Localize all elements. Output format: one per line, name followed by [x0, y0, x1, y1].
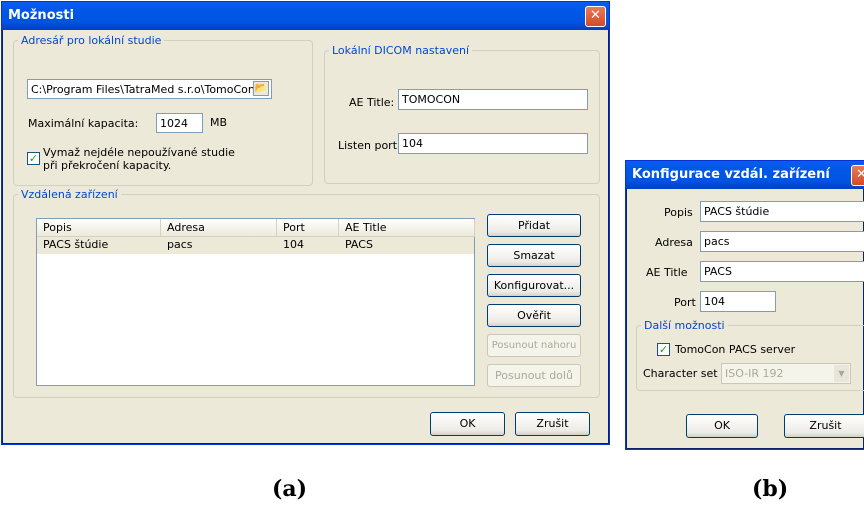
- more-options-legend: Další možnosti: [644, 319, 725, 332]
- popis-label: Popis: [664, 206, 693, 219]
- table-cell-port: 104: [283, 238, 304, 251]
- adresa-field[interactable]: pacs: [700, 231, 864, 252]
- remote-devices-legend: Vzdálená zařízení: [21, 188, 118, 201]
- close-icon[interactable]: ✕: [851, 165, 864, 186]
- cancel-button-b[interactable]: Zrušit: [784, 414, 864, 438]
- max-capacity-label: Maximální kapacita:: [28, 117, 139, 130]
- local-studies-legend: Adresář pro lokální studie: [21, 34, 162, 47]
- close-icon[interactable]: ✕: [585, 6, 606, 27]
- configure-device-button[interactable]: Konfigurovat...: [487, 274, 581, 297]
- verify-device-button[interactable]: Ověřit: [487, 304, 581, 327]
- caption-a: (a): [272, 476, 308, 502]
- listen-port-label: Listen port:: [338, 139, 401, 152]
- move-up-button[interactable]: Posunout nahoru: [487, 334, 581, 357]
- max-capacity-field[interactable]: 1024: [156, 113, 203, 133]
- folder-browse-icon[interactable]: 📂: [253, 81, 269, 96]
- ae-title-field-b[interactable]: PACS: [700, 261, 864, 282]
- column-header-port[interactable]: Port: [277, 219, 339, 237]
- options-dialog-title: Možnosti: [2, 2, 609, 30]
- pacs-server-label: TomoCon PACS server: [675, 343, 796, 356]
- delete-oldest-label-1: Vymaž nejdéle nepoužívané studie: [43, 146, 235, 159]
- remote-config-dialog: Konfigurace vzdál. zařízení ✕ Popis PACS…: [625, 160, 864, 450]
- options-dialog: Možnosti ✕ Adresář pro lokální studie C:…: [1, 1, 610, 445]
- charset-select[interactable]: ISO-IR 192: [721, 363, 851, 384]
- capacity-unit-label: MB: [210, 116, 228, 129]
- ok-button-b[interactable]: OK: [686, 414, 758, 438]
- ae-title-label: AE Title:: [349, 96, 395, 109]
- caption-b: (b): [752, 476, 789, 502]
- pacs-server-checkbox[interactable]: ✓: [657, 343, 670, 356]
- table-row[interactable]: PACS štúdie pacs 104 PACS: [37, 237, 474, 254]
- column-header-adresa[interactable]: Adresa: [161, 219, 277, 237]
- remote-config-title: Konfigurace vzdál. zařízení: [626, 161, 864, 189]
- move-down-button[interactable]: Posunout dolů: [487, 364, 581, 387]
- cancel-button[interactable]: Zrušit: [515, 412, 590, 436]
- delete-oldest-label-2: při překročení kapacity.: [43, 159, 172, 172]
- column-header-popis[interactable]: Popis: [37, 219, 161, 237]
- local-dicom-group: Lokální DICOM nastavení: [324, 44, 600, 184]
- remote-devices-list[interactable]: Popis Adresa Port AE Title PACS štúdie p…: [36, 218, 475, 386]
- column-header-ae-title[interactable]: AE Title: [339, 219, 475, 237]
- listen-port-field[interactable]: 104: [398, 133, 588, 154]
- adresa-label: Adresa: [655, 236, 693, 249]
- ae-title-field[interactable]: TOMOCON: [398, 89, 588, 110]
- popis-field[interactable]: PACS štúdie: [700, 201, 864, 222]
- local-path-field[interactable]: C:\Program Files\TatraMed s.r.o\TomoCon: [27, 79, 272, 99]
- table-cell-popis: PACS štúdie: [43, 238, 109, 251]
- ok-button[interactable]: OK: [430, 412, 505, 436]
- add-device-button[interactable]: Přidat: [487, 214, 581, 237]
- port-label-b: Port: [674, 296, 696, 309]
- delete-oldest-checkbox[interactable]: ✓: [27, 152, 40, 165]
- delete-device-button[interactable]: Smazat: [487, 244, 581, 267]
- port-field-b[interactable]: 104: [700, 291, 776, 312]
- ae-title-label-b: AE Title: [646, 266, 688, 279]
- table-cell-adresa: pacs: [167, 238, 193, 251]
- table-cell-ae-title: PACS: [345, 238, 373, 251]
- charset-label: Character set: [643, 367, 718, 380]
- chevron-down-icon[interactable]: ▼: [834, 365, 849, 382]
- local-dicom-legend: Lokální DICOM nastavení: [332, 44, 470, 57]
